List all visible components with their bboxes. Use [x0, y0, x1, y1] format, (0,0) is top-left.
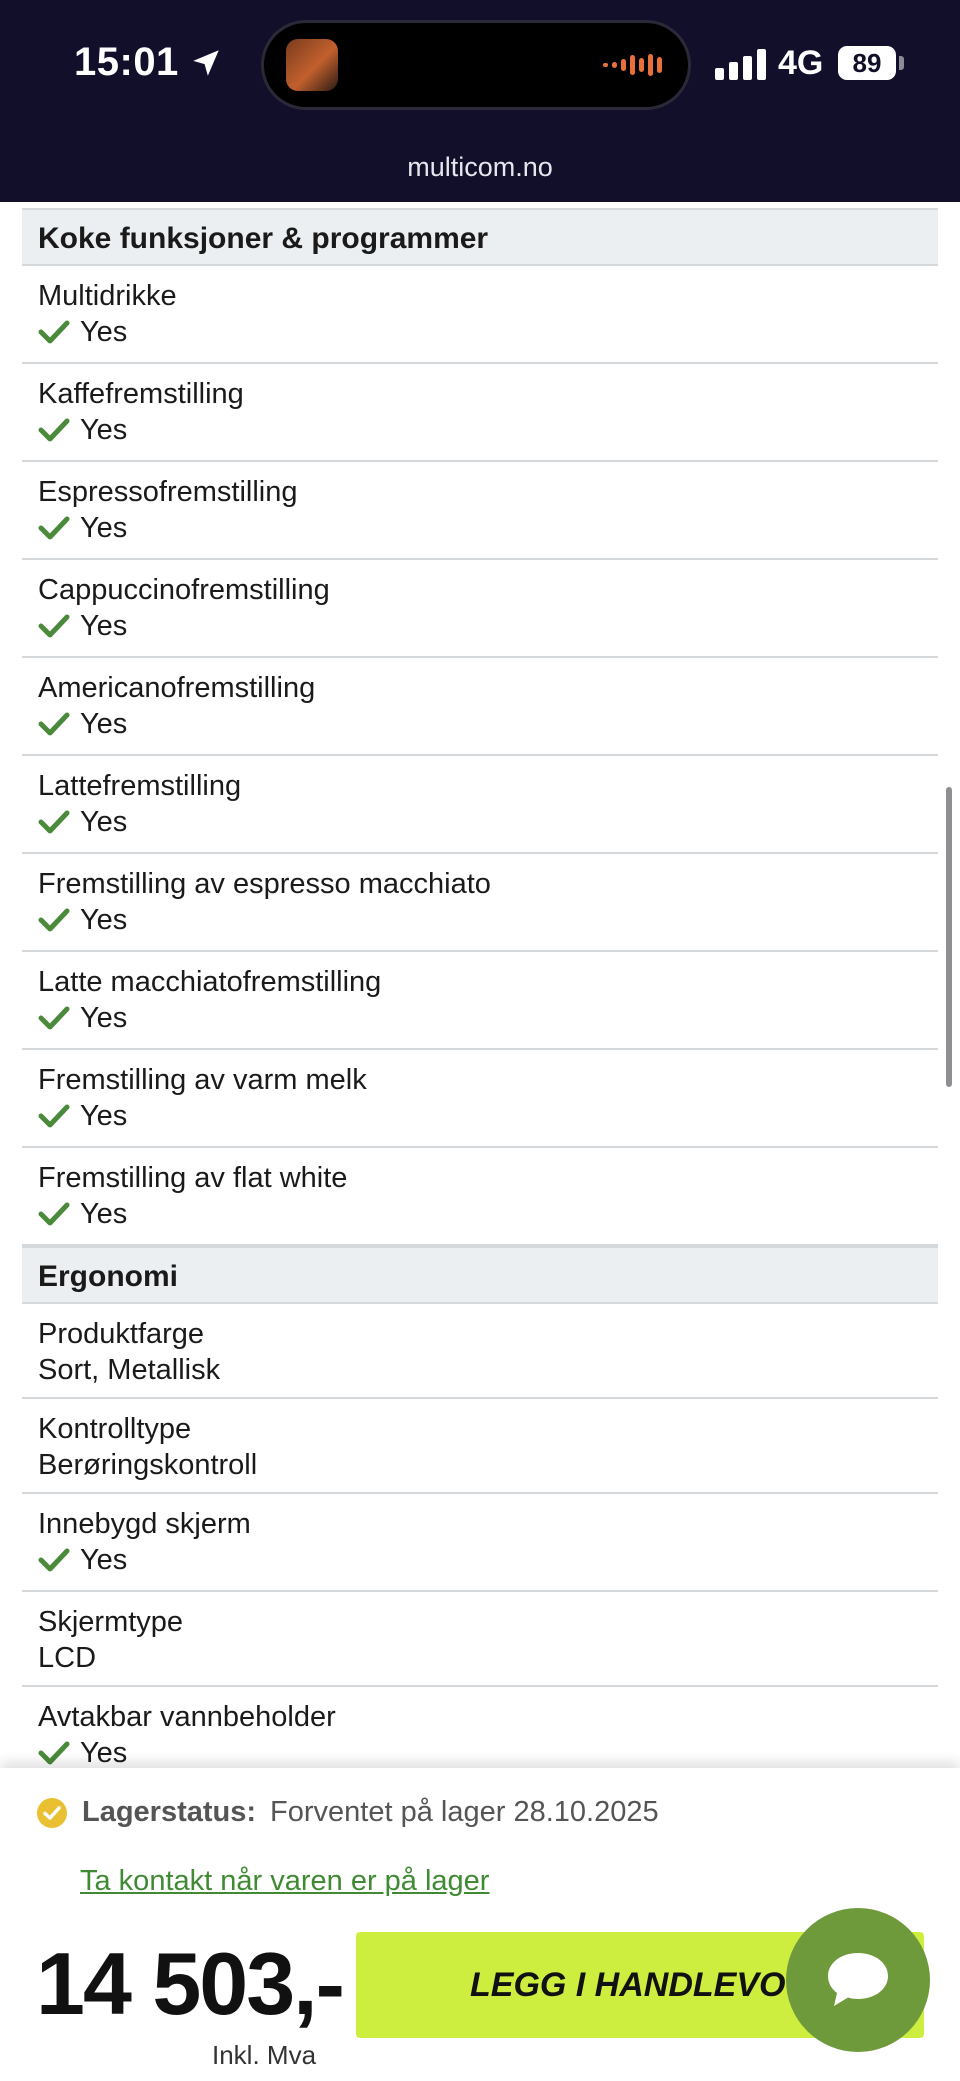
- spec-row: Lattefremstilling Yes: [22, 756, 938, 854]
- chat-bubble-icon: [828, 1953, 888, 2006]
- spec-value-row: Berøringskontroll: [38, 1447, 922, 1483]
- spec-table: Koke funksjoner & programmer Multidrikke…: [22, 208, 938, 1785]
- checkmark-icon: [38, 711, 70, 737]
- checkmark-icon: [38, 907, 70, 933]
- spec-label: Innebygd skjerm: [38, 1508, 251, 1540]
- chat-button[interactable]: [786, 1908, 930, 2052]
- price: 14 503,-: [36, 1934, 345, 2033]
- spec-label: Avtakbar vannbeholder: [38, 1701, 336, 1733]
- check-circle-icon: [36, 1797, 68, 1829]
- status-bar: 15:01 4G 89 multicom.no: [0, 0, 960, 202]
- spec-label: Fremstilling av espresso macchiato: [38, 868, 491, 900]
- spec-value-row: Yes: [38, 902, 922, 938]
- spec-value: Yes: [80, 806, 128, 838]
- notify-when-in-stock-link[interactable]: Ta kontakt når varen er på lager: [80, 1865, 489, 1898]
- spec-label: Espressofremstilling: [38, 476, 298, 508]
- checkmark-icon: [38, 1201, 70, 1227]
- spec-value: Yes: [80, 1100, 128, 1132]
- spec-value-row: Yes: [38, 804, 922, 840]
- checkmark-icon: [38, 1005, 70, 1031]
- spec-value-row: Yes: [38, 1196, 922, 1232]
- spec-value: Yes: [80, 708, 128, 740]
- spec-value: Yes: [80, 414, 128, 446]
- spec-value-row: Yes: [38, 1098, 922, 1134]
- section-heading: Ergonomi: [22, 1246, 938, 1304]
- clock-time: 15:01: [74, 40, 179, 84]
- checkmark-icon: [38, 1103, 70, 1129]
- location-arrow-icon: [193, 49, 219, 76]
- battery-icon: 89: [838, 46, 896, 80]
- spec-label: Latte macchiatofremstilling: [38, 966, 382, 998]
- spec-row: Produktfarge Sort, Metallisk: [22, 1304, 938, 1399]
- address-bar[interactable]: multicom.no: [0, 152, 960, 183]
- spec-row: Espressofremstilling Yes: [22, 462, 938, 560]
- spec-value-row: Yes: [38, 608, 922, 644]
- spec-value-row: Yes: [38, 412, 922, 448]
- checkmark-icon: [38, 809, 70, 835]
- spec-value: Yes: [80, 904, 128, 936]
- section-rows: Multidrikke Yes Kaffefremstilling Yes Espres…: [22, 266, 938, 1246]
- spec-row: Cappuccinofremstilling Yes: [22, 560, 938, 658]
- checkmark-icon: [38, 417, 70, 443]
- spec-value-row: LCD: [38, 1640, 922, 1676]
- spec-value: Yes: [80, 1198, 128, 1230]
- now-playing-artwork: [286, 39, 338, 91]
- stock-value: Forventet på lager 28.10.2025: [270, 1796, 659, 1828]
- spec-row: Skjermtype LCD: [22, 1592, 938, 1687]
- spec-row: Fremstilling av flat white Yes: [22, 1148, 938, 1246]
- spec-value-row: Yes: [38, 314, 922, 350]
- checkmark-icon: [38, 515, 70, 541]
- spec-row: Multidrikke Yes: [22, 266, 938, 364]
- scrollbar[interactable]: [946, 787, 952, 1087]
- spec-label: Skjermtype: [38, 1606, 184, 1638]
- vat-note: Inkl. Mva: [212, 2040, 317, 2070]
- spec-label: Cappuccinofremstilling: [38, 574, 330, 606]
- spec-value-row: Yes: [38, 510, 922, 546]
- spec-row: Kontrolltype Berøringskontroll: [22, 1399, 938, 1494]
- spec-row: Innebygd skjerm Yes: [22, 1494, 938, 1592]
- section-rows: Produktfarge Sort, Metallisk Kontrolltype B…: [22, 1304, 938, 1785]
- spec-label: Americanofremstilling: [38, 672, 316, 704]
- spec-row: Fremstilling av espresso macchiato Yes: [22, 854, 938, 952]
- spec-label: Kaffefremstilling: [38, 378, 244, 410]
- cellular-signal-icon: [715, 48, 766, 80]
- checkmark-icon: [38, 1547, 70, 1573]
- spec-label: Fremstilling av flat white: [38, 1162, 348, 1194]
- spec-value: Berøringskontroll: [38, 1449, 258, 1481]
- spec-row: Americanofremstilling Yes: [22, 658, 938, 756]
- spec-value: Yes: [80, 610, 128, 642]
- checkmark-icon: [38, 319, 70, 345]
- checkmark-icon: [38, 613, 70, 639]
- spec-label: Multidrikke: [38, 280, 177, 312]
- stock-status: Lagerstatus: Forventet på lager 28.10.20…: [36, 1796, 659, 1829]
- spec-row: Fremstilling av varm melk Yes: [22, 1050, 938, 1148]
- spec-value-row: Yes: [38, 1000, 922, 1036]
- spec-label: Lattefremstilling: [38, 770, 242, 802]
- spec-value: Yes: [80, 1002, 128, 1034]
- dynamic-island[interactable]: [264, 23, 688, 107]
- network-type: 4G: [778, 44, 824, 82]
- spec-value-row: Yes: [38, 1542, 922, 1578]
- spec-value-row: Yes: [38, 1735, 922, 1771]
- spec-value: Yes: [80, 1737, 128, 1769]
- spec-row: Kaffefremstilling Yes: [22, 364, 938, 462]
- spec-value-row: Sort, Metallisk: [38, 1352, 922, 1388]
- spec-label: Kontrolltype: [38, 1413, 192, 1445]
- purchase-bar: Lagerstatus: Forventet på lager 28.10.20…: [0, 1768, 960, 2081]
- spec-row: Latte macchiatofremstilling Yes: [22, 952, 938, 1050]
- spec-value: Yes: [80, 512, 128, 544]
- spec-label: Produktfarge: [38, 1318, 205, 1350]
- audio-waveform-icon: [603, 53, 662, 77]
- checkmark-icon: [38, 1740, 70, 1766]
- spec-value: Yes: [80, 1544, 128, 1576]
- spec-value: Yes: [80, 316, 128, 348]
- spec-value-row: Yes: [38, 706, 922, 742]
- spec-label: Fremstilling av varm melk: [38, 1064, 367, 1096]
- section-heading: Koke funksjoner & programmer: [22, 208, 938, 266]
- battery-tip: [899, 56, 904, 70]
- clock: 15:01: [74, 40, 223, 85]
- spec-value: LCD: [38, 1642, 97, 1674]
- stock-label: Lagerstatus:: [82, 1796, 257, 1828]
- spec-value: Sort, Metallisk: [38, 1354, 221, 1386]
